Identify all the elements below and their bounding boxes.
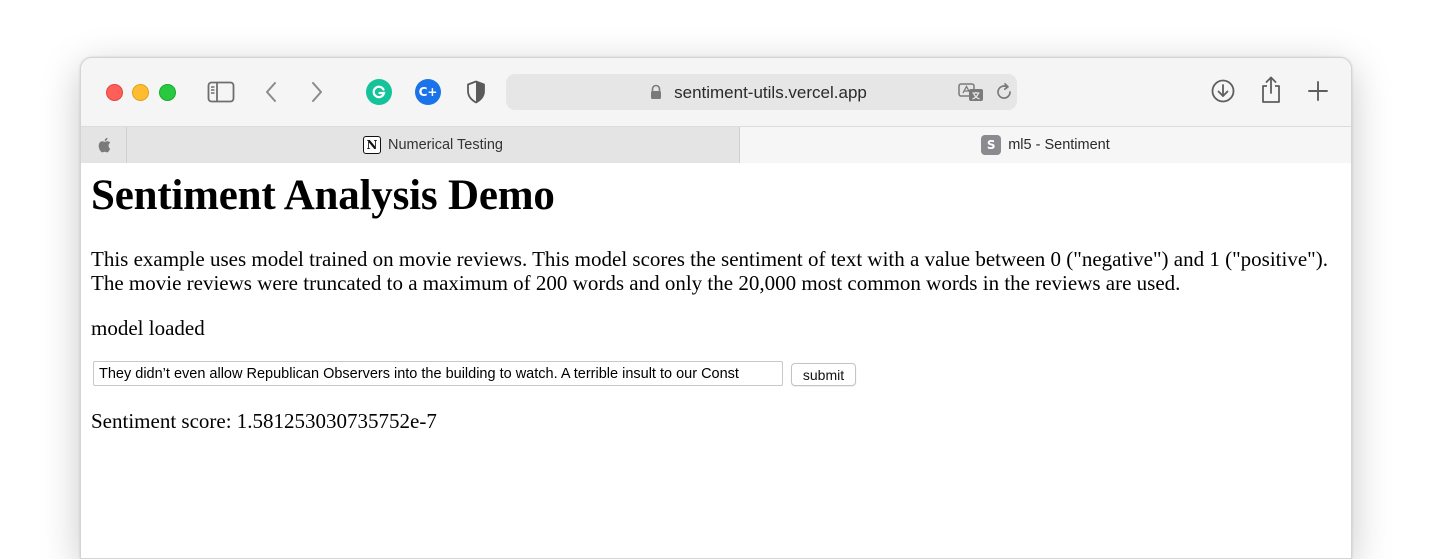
- apple-icon: [98, 137, 110, 153]
- pinned-tab-apple[interactable]: [81, 127, 127, 163]
- page-title: Sentiment Analysis Demo: [91, 172, 555, 219]
- shield-icon: [467, 80, 485, 104]
- submit-button[interactable]: submit: [791, 363, 856, 386]
- share-icon: [1262, 76, 1280, 103]
- cplus-extension-button[interactable]: C+: [415, 79, 441, 105]
- tab-bar: N Numerical Testing S ml5 - Sentiment: [81, 126, 1351, 164]
- plus-icon: [1308, 81, 1328, 101]
- minimize-window-button[interactable]: [132, 84, 149, 101]
- model-status-text: model loaded: [91, 316, 205, 340]
- chevron-right-icon: [312, 82, 322, 102]
- zoom-window-button[interactable]: [159, 84, 176, 101]
- sidebar-toggle-button[interactable]: [207, 80, 235, 104]
- forward-button[interactable]: [305, 78, 329, 106]
- tab-ml5-sentiment[interactable]: S ml5 - Sentiment: [740, 127, 1351, 163]
- sidebar-icon: [207, 81, 235, 103]
- close-window-button[interactable]: [106, 84, 123, 101]
- grammarly-extension-button[interactable]: [366, 79, 392, 105]
- sentiment-text-input[interactable]: [93, 361, 783, 386]
- page-description: This example uses model trained on movie…: [91, 247, 1328, 295]
- page-content: Sentiment Analysis Demo This example use…: [81, 163, 1351, 558]
- new-tab-button[interactable]: [1304, 77, 1332, 105]
- translate-icon[interactable]: [958, 82, 984, 102]
- address-bar[interactable]: sentiment-utils.vercel.app: [506, 74, 1017, 110]
- download-icon: [1211, 79, 1235, 103]
- sentiment-score-text: Sentiment score: 1.581253030735752e-7: [91, 409, 437, 433]
- browser-toolbar: C+ sentiment-utils.vercel.app: [81, 58, 1351, 126]
- privacy-shield-button[interactable]: [463, 78, 489, 106]
- url-text: sentiment-utils.vercel.app: [674, 83, 867, 102]
- back-button[interactable]: [259, 78, 283, 106]
- reload-icon[interactable]: [994, 82, 1014, 102]
- s-letter-icon: S: [981, 135, 1002, 155]
- tab-numerical-testing[interactable]: N Numerical Testing: [127, 127, 740, 163]
- cplus-label: C+: [418, 85, 438, 99]
- downloads-button[interactable]: [1209, 77, 1237, 105]
- browser-window: C+ sentiment-utils.vercel.app N Numerica…: [80, 57, 1352, 559]
- notion-icon: N: [363, 136, 381, 154]
- tab-label: Numerical Testing: [388, 137, 503, 153]
- tab-label: ml5 - Sentiment: [1008, 137, 1110, 153]
- grammarly-icon: [372, 85, 386, 99]
- share-button[interactable]: [1257, 74, 1285, 106]
- chevron-left-icon: [266, 82, 276, 102]
